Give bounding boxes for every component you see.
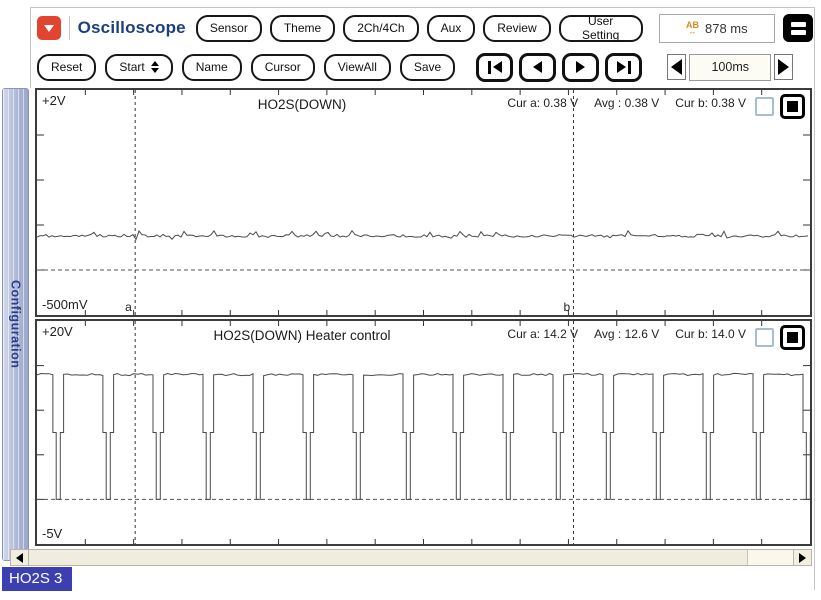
chart-panel-ho2s[interactable]: +2V HO2S(DOWN) Cur a: 0.38 V Avg : 0.38 …	[35, 88, 812, 317]
horizontal-scrollbar[interactable]	[10, 549, 812, 566]
chart-title: HO2S(DOWN)	[37, 97, 567, 112]
scrollbar-track[interactable]	[29, 549, 793, 566]
y-min-label: -500mV	[42, 297, 88, 312]
start-button-label: Start	[119, 60, 144, 74]
name-button[interactable]: Name	[182, 54, 242, 81]
divider	[69, 16, 70, 40]
app-dropdown-button[interactable]	[37, 16, 61, 40]
jump-start-icon	[488, 61, 491, 74]
cursor-button[interactable]: Cursor	[251, 54, 315, 81]
cursor-b-value: Cur b: 14.0 V	[675, 327, 746, 341]
y-min-label: -5V	[42, 526, 62, 541]
arrow-right-icon	[778, 59, 789, 75]
window-frame-right	[814, 7, 815, 590]
avg-value: Avg : 0.38 V	[594, 96, 659, 110]
timebase-increase-button[interactable]	[774, 54, 793, 80]
oscilloscope-app: Oscilloscope Sensor Theme 2Ch/4Ch Aux Re…	[0, 0, 821, 600]
theme-button[interactable]: Theme	[270, 15, 335, 42]
cursor-b-label[interactable]: b	[563, 300, 570, 314]
cursor-b-value: Cur b: 0.38 V	[675, 96, 746, 110]
ab-icon-arrows: ↔	[688, 29, 696, 35]
sidebar-tab-label: Configuration	[9, 280, 23, 368]
channel-color-button[interactable]	[780, 94, 805, 119]
status-record-label: HO2S 3	[2, 567, 72, 591]
chevron-down-icon	[44, 25, 54, 32]
window-menu-button[interactable]	[783, 14, 813, 42]
jump-end-icon	[628, 61, 631, 74]
measurement-readout: Cur a: 14.2 V Avg : 12.6 V Cur b: 14.0 V	[507, 327, 746, 341]
spinner-icon	[151, 61, 159, 73]
sidebar-tab-configuration[interactable]: Configuration	[2, 88, 29, 561]
chart-panel-heater[interactable]: +20V HO2S(DOWN) Heater control Cur a: 14…	[35, 319, 812, 546]
viewall-button[interactable]: ViewAll	[324, 54, 391, 81]
arrow-right-icon	[799, 553, 806, 563]
channel-mode-button[interactable]: 2Ch/4Ch	[343, 15, 418, 42]
waveform-svg-2	[37, 321, 810, 544]
channel-color-swatch	[787, 332, 798, 343]
jump-end-button[interactable]	[605, 53, 642, 82]
playback-group	[476, 53, 642, 82]
menu-icon	[791, 22, 806, 27]
timebase-decrease-button[interactable]	[667, 54, 686, 80]
arrow-left-icon	[671, 59, 682, 75]
scroll-right-button[interactable]	[793, 549, 812, 566]
waveform-svg-1	[37, 90, 810, 315]
jump-start-button[interactable]	[476, 53, 513, 82]
cursor-a-value: Cur a: 0.38 V	[507, 96, 578, 110]
scrollbar-thumb[interactable]	[29, 550, 748, 565]
time-display-value: 878 ms	[705, 21, 748, 36]
arrow-left-icon	[16, 553, 23, 563]
step-forward-button[interactable]	[562, 53, 599, 82]
step-back-icon	[533, 61, 542, 73]
sensor-button[interactable]: Sensor	[196, 15, 262, 42]
page-title: Oscilloscope	[78, 18, 186, 38]
header-toolbar: Oscilloscope Sensor Theme 2Ch/4Ch Aux Re…	[31, 9, 814, 47]
cursor-a-label[interactable]: a	[125, 300, 132, 314]
aux-button[interactable]: Aux	[427, 15, 476, 42]
step-back-button[interactable]	[519, 53, 556, 82]
start-button[interactable]: Start	[105, 54, 172, 81]
chart-title: HO2S(DOWN) Heater control	[37, 328, 567, 343]
control-toolbar: Reset Start Name Cursor ViewAll Save	[31, 48, 814, 86]
step-forward-icon	[576, 61, 585, 73]
timebase-group: 100ms	[667, 54, 793, 81]
review-button[interactable]: Review	[483, 15, 550, 42]
measurement-readout: Cur a: 0.38 V Avg : 0.38 V Cur b: 0.38 V	[507, 96, 746, 110]
jump-start-icon	[493, 61, 502, 73]
reset-button[interactable]: Reset	[37, 54, 96, 81]
jump-end-icon	[617, 61, 626, 73]
cursor-a-value: Cur a: 14.2 V	[507, 327, 578, 341]
avg-value: Avg : 12.6 V	[594, 327, 659, 341]
menu-icon	[791, 30, 806, 35]
timebase-value-field: 100ms	[689, 54, 771, 81]
channel-color-button[interactable]	[780, 325, 805, 350]
cursor-ab-icon: AB ↔	[686, 21, 699, 35]
user-setting-button[interactable]: User Setting	[559, 15, 643, 42]
channel-visibility-checkbox[interactable]	[755, 328, 774, 347]
channel-color-swatch	[787, 101, 798, 112]
channel-visibility-checkbox[interactable]	[755, 97, 774, 116]
scroll-left-button[interactable]	[10, 549, 29, 566]
cursor-time-display: AB ↔ 878 ms	[659, 14, 775, 43]
save-button[interactable]: Save	[400, 54, 455, 81]
